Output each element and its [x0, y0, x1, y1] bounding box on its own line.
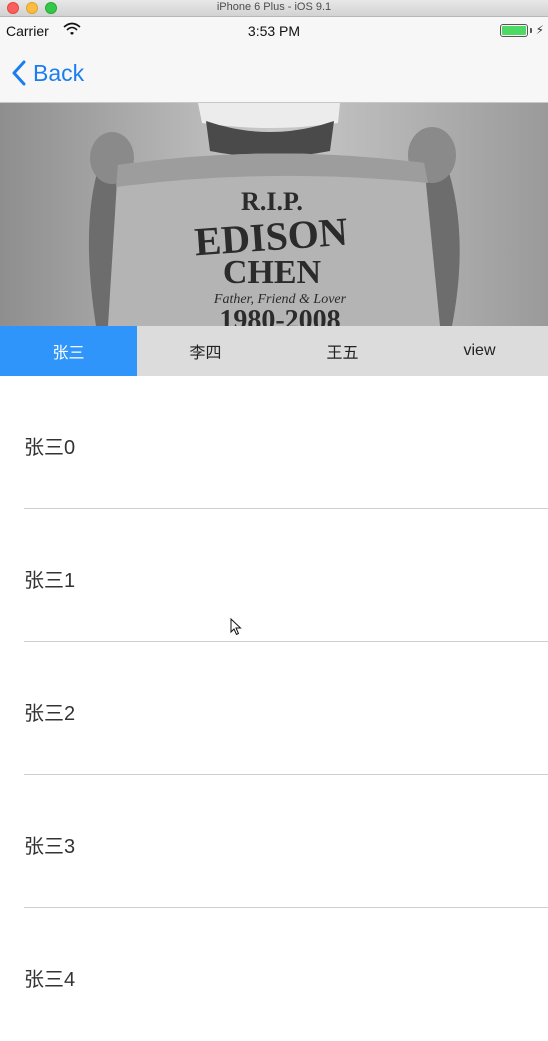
tab-zhangsan[interactable]: 张三 — [0, 326, 137, 376]
list-item-label: 张三3 — [24, 836, 76, 858]
list-item[interactable]: 张三4 — [0, 908, 548, 1041]
table-view[interactable]: 张三0 张三1 张三2 张三3 张三4 — [0, 376, 548, 1041]
list-item[interactable]: 张三1 — [0, 509, 548, 642]
window-title: iPhone 6 Plus - iOS 9.1 — [216, 1, 332, 13]
tab-lisi[interactable]: 李四 — [137, 326, 274, 376]
back-label: Back — [33, 60, 85, 86]
simulator-title-bar: iPhone 6 Plus - iOS 9.1 — [0, 0, 548, 17]
header-photo: R.I.P. EDISON CHEN Father, Friend & Love… — [0, 103, 548, 326]
navigation-bar: Back — [0, 45, 548, 103]
status-bar: Carrier 3:53 PM ⚡ — [0, 17, 548, 45]
shirt-text-chen: CHEN — [223, 254, 322, 291]
list-item-label: 张三1 — [24, 570, 76, 592]
charging-icon: ⚡ — [535, 23, 544, 37]
status-time: 3:53 PM — [247, 23, 301, 39]
list-item-label: 张三2 — [24, 703, 76, 725]
tab-view[interactable]: view — [411, 326, 548, 376]
battery-tip — [530, 28, 532, 33]
list-item-label: 张三4 — [24, 969, 76, 991]
list-item[interactable]: 张三3 — [0, 775, 548, 908]
tab-wangwu[interactable]: 王五 — [274, 326, 411, 376]
list-item-label: 张三0 — [24, 437, 76, 459]
chevron-left-icon — [12, 60, 26, 86]
list-item[interactable]: 张三2 — [0, 642, 548, 775]
back-button[interactable]: Back — [12, 58, 84, 88]
shirt-text-years: 1980-2008 — [219, 305, 340, 326]
battery-icon — [500, 24, 528, 37]
segmented-tab-bar: 张三 李四 王五 view — [0, 326, 548, 376]
mouse-cursor-icon — [230, 617, 242, 641]
battery-level — [502, 26, 526, 35]
list-item[interactable]: 张三0 — [0, 376, 548, 509]
